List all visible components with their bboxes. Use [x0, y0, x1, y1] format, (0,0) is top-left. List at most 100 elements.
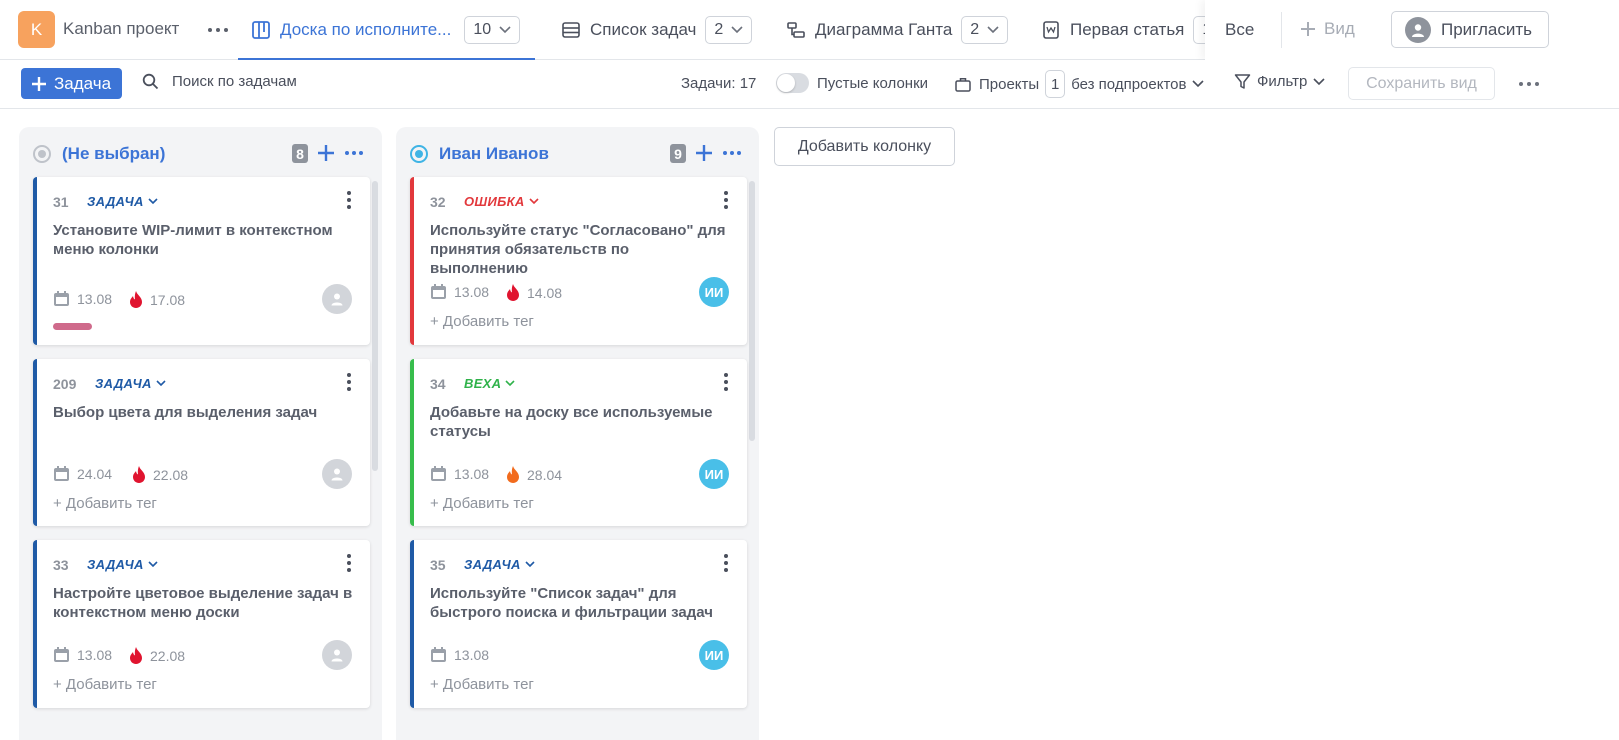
start-date[interactable]: 13.08 — [430, 466, 489, 482]
chevron-down-icon — [731, 26, 743, 34]
due-date-value: 28.04 — [527, 466, 563, 483]
column-header: (Не выбран) 8 — [19, 127, 382, 179]
tab-task-list[interactable]: Список задач 2 — [561, 0, 753, 60]
task-type-dropdown[interactable]: ЗАДАЧА — [464, 557, 535, 572]
column-task-count: 9 — [670, 144, 686, 163]
fire-icon — [130, 291, 142, 308]
task-title[interactable]: Настройте цветовое выделение задач в кон… — [53, 584, 353, 622]
tab-view-count: 10 — [473, 21, 492, 38]
task-card[interactable]: 32 ОШИБКА Используйте статус "Согласован… — [410, 177, 747, 345]
card-menu-icon[interactable] — [346, 373, 352, 391]
more-options-icon[interactable] — [1518, 81, 1540, 87]
due-date[interactable]: 28.04 — [506, 466, 562, 483]
task-card[interactable]: 34 ВЕХА Добавьте на доску все используем… — [410, 359, 747, 526]
column-title[interactable]: Иван Иванов — [439, 144, 549, 164]
start-date[interactable]: 13.08 — [53, 291, 112, 307]
add-tag-link[interactable]: + Добавить тег — [53, 495, 157, 512]
due-date-value: 17.08 — [150, 291, 186, 308]
unassigned-avatar-icon[interactable] — [322, 640, 352, 670]
chevron-down-icon — [148, 198, 158, 205]
add-tag-link[interactable]: + Добавить тег — [430, 495, 534, 512]
projects-filter[interactable]: Проекты 1 без подпроектов — [955, 69, 1205, 99]
task-title[interactable]: Установите WIP-лимит в контекстном меню … — [53, 221, 353, 259]
search-icon — [142, 73, 159, 90]
due-date[interactable]: 22.08 — [129, 647, 185, 664]
board-column: (Не выбран) 8 31 ЗАДАЧА Установите WIP-л… — [19, 127, 382, 740]
add-view-label: Вид — [1324, 19, 1355, 38]
calendar-icon — [54, 466, 69, 481]
card-menu-icon[interactable] — [346, 191, 352, 209]
task-type-dropdown[interactable]: ОШИБКА — [464, 194, 539, 209]
add-tag-link[interactable]: + Добавить тег — [430, 676, 534, 693]
tab-view-count-dropdown[interactable]: 2 — [961, 16, 1009, 44]
unassigned-avatar-icon[interactable] — [322, 284, 352, 314]
chevron-down-icon — [987, 26, 999, 34]
task-card[interactable]: 31 ЗАДАЧА Установите WIP-лимит в контекс… — [33, 177, 370, 345]
task-card[interactable]: 33 ЗАДАЧА Настройте цветовое выделение з… — [33, 540, 370, 708]
card-menu-icon[interactable] — [346, 554, 352, 572]
color-tag[interactable] — [53, 323, 92, 330]
due-date[interactable]: 14.08 — [506, 284, 562, 301]
assignee-avatar[interactable]: ИИ — [699, 277, 729, 307]
column-scrollbar[interactable] — [372, 181, 378, 471]
add-card-icon[interactable] — [316, 143, 336, 163]
project-name[interactable]: Kanban проект — [63, 19, 179, 39]
plus-icon — [1301, 22, 1315, 36]
due-date[interactable]: 17.08 — [129, 291, 185, 308]
assignee-avatar[interactable]: ИИ — [699, 640, 729, 670]
task-title[interactable]: Используйте статус "Согласовано" для при… — [430, 221, 730, 278]
add-tag-link[interactable]: + Добавить тег — [53, 676, 157, 693]
briefcase-icon — [955, 77, 971, 92]
assignee-avatar[interactable]: ИИ — [699, 459, 729, 489]
start-date[interactable]: 13.08 — [53, 647, 112, 663]
task-title[interactable]: Выбор цвета для выделения задач — [53, 403, 353, 422]
add-view-button[interactable]: Вид — [1300, 19, 1355, 39]
save-view-button[interactable]: Сохранить вид — [1348, 67, 1495, 100]
invite-button[interactable]: Пригласить — [1391, 11, 1549, 48]
tab-gantt[interactable]: Диаграмма Ганта 2 — [786, 0, 1009, 60]
list-icon — [562, 22, 580, 38]
search-placeholder: Поиск по задачам — [172, 73, 297, 90]
task-type-dropdown[interactable]: ЗАДАЧА — [87, 194, 158, 209]
all-views-button[interactable]: Все — [1225, 20, 1254, 40]
empty-columns-toggle[interactable] — [776, 73, 809, 93]
due-date[interactable]: 22.08 — [132, 466, 188, 483]
unassigned-avatar-icon[interactable] — [322, 459, 352, 489]
start-date[interactable]: 13.08 — [430, 647, 489, 663]
column-header: Иван Иванов 9 — [396, 127, 759, 179]
add-task-button[interactable]: Задача — [21, 68, 122, 99]
invite-label: Пригласить — [1441, 19, 1533, 39]
tab-board[interactable]: Доска по исполните... 10 — [237, 0, 536, 61]
add-tag-link[interactable]: + Добавить тег — [430, 313, 534, 330]
search-input[interactable]: Поиск по задачам — [142, 73, 297, 90]
tab-article[interactable]: Первая статья 1 — [1041, 0, 1221, 60]
task-type-dropdown[interactable]: ВЕХА — [464, 376, 515, 391]
task-type-label: ЗАДАЧА — [95, 376, 152, 391]
column-scrollbar[interactable] — [749, 181, 755, 441]
filter-button[interactable]: Фильтр — [1234, 73, 1325, 90]
project-avatar[interactable]: K — [18, 11, 55, 48]
fire-icon — [133, 466, 145, 483]
column-title[interactable]: (Не выбран) — [62, 144, 165, 164]
tab-view-count-dropdown[interactable]: 2 — [705, 16, 753, 44]
start-date[interactable]: 13.08 — [430, 284, 489, 300]
tab-view-count-dropdown[interactable]: 10 — [464, 16, 521, 44]
add-card-icon[interactable] — [694, 143, 714, 163]
projects-label: Проекты — [979, 75, 1040, 93]
task-type-dropdown[interactable]: ЗАДАЧА — [87, 557, 158, 572]
task-type-dropdown[interactable]: ЗАДАЧА — [95, 376, 166, 391]
task-card[interactable]: 209 ЗАДАЧА Выбор цвета для выделения зад… — [33, 359, 370, 526]
tab-view-count: 2 — [970, 21, 980, 38]
task-card[interactable]: 35 ЗАДАЧА Используйте "Список задач" для… — [410, 540, 747, 708]
task-title[interactable]: Используйте "Список задач" для быстрого … — [430, 584, 730, 622]
add-column-button[interactable]: Добавить колонку — [774, 127, 955, 166]
filter-icon — [1234, 74, 1251, 89]
start-date[interactable]: 24.04 — [53, 466, 112, 482]
project-more-icon[interactable] — [208, 21, 228, 39]
card-menu-icon[interactable] — [723, 191, 729, 209]
column-menu-icon[interactable] — [723, 151, 743, 156]
task-title[interactable]: Добавьте на доску все используемые стату… — [430, 403, 730, 441]
card-menu-icon[interactable] — [723, 554, 729, 572]
card-menu-icon[interactable] — [723, 373, 729, 391]
column-menu-icon[interactable] — [345, 151, 365, 156]
